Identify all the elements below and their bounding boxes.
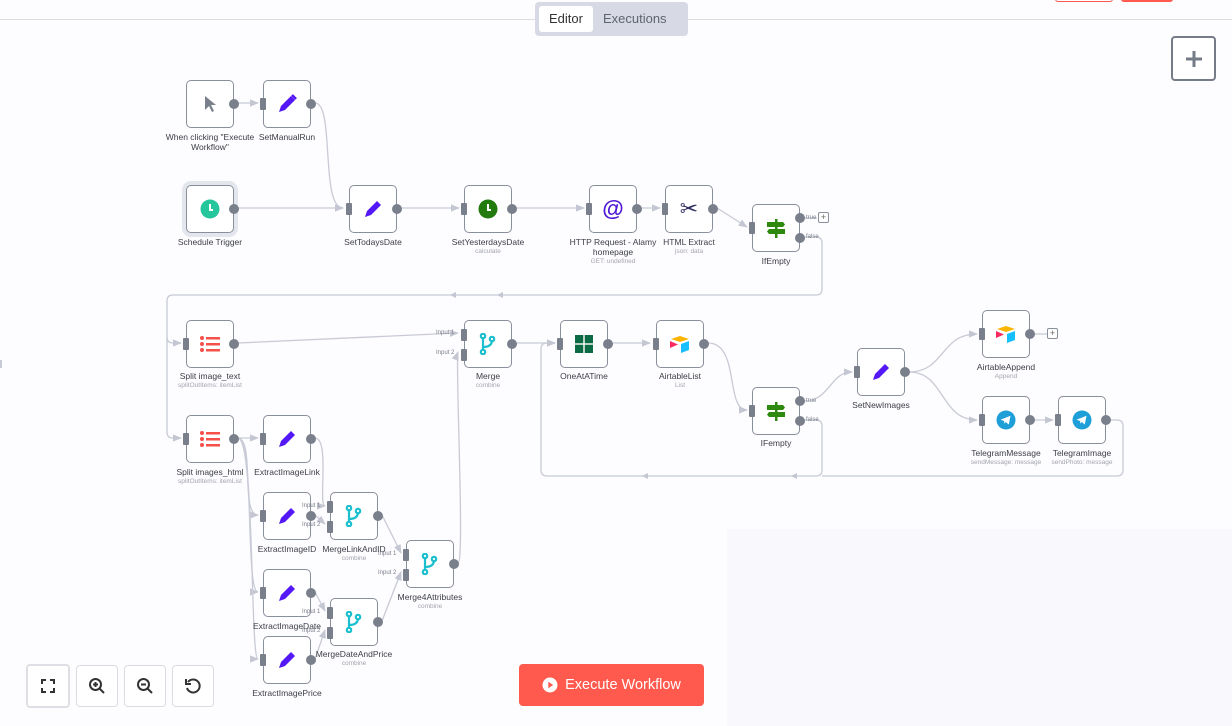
node-label: AirtableAppend Append (976, 362, 1036, 380)
zoom-controls (26, 664, 214, 708)
fullscreen-icon (41, 679, 55, 693)
pencil-icon (279, 652, 295, 668)
pencil-icon (365, 201, 381, 217)
node-ifempty-2[interactable] (749, 387, 805, 435)
port-label-input2: Input 2 (302, 522, 321, 528)
node-airtablelist[interactable] (653, 320, 709, 368)
merge-icon (345, 505, 362, 527)
port-label-false: false (806, 234, 819, 240)
list-icon (200, 431, 220, 447)
node-ifempty[interactable] (749, 204, 805, 252)
node-label: SetManualRun (258, 132, 316, 142)
edge (803, 368, 853, 402)
merge-icon (479, 333, 496, 355)
node-label: Schedule Trigger (177, 237, 243, 247)
play-circle-icon (542, 677, 558, 693)
merge-icon (345, 611, 362, 633)
node-merge4attributes[interactable] (403, 540, 459, 588)
add-connection-button[interactable]: + (1047, 328, 1058, 339)
node-extractimagelink[interactable] (260, 415, 316, 463)
pencil-icon (279, 431, 295, 447)
node-oneatatime[interactable] (557, 320, 613, 368)
node-setnewimages[interactable] (854, 348, 910, 396)
zoom-in-icon (89, 678, 105, 694)
node-label: Merge4Attributes combine (397, 592, 463, 610)
node-split-image-text[interactable] (183, 320, 239, 368)
port-label-input2: Input 2 (378, 570, 397, 576)
edge (314, 102, 344, 212)
node-setyesterdaysdate[interactable] (461, 185, 517, 233)
port-label-input1: Input 1 (302, 609, 321, 615)
execute-workflow-button[interactable]: Execute Workflow (519, 664, 704, 706)
node-label: SetTodaysDate (344, 237, 402, 247)
node-merge[interactable] (461, 320, 517, 368)
node-label: SetYesterdaysDate calculate (451, 237, 525, 255)
signpost-icon (767, 219, 785, 238)
node-html-extract[interactable]: ✂ (662, 185, 718, 233)
node-label: AirtableList List (658, 371, 702, 389)
port-label-input1: Input 1 (436, 330, 455, 336)
pencil-icon (279, 508, 295, 524)
pencil-icon (279, 94, 297, 112)
at-icon: @ (602, 196, 624, 221)
node-label: ExtractImageLink (254, 467, 320, 477)
list-icon (200, 336, 220, 352)
zoom-out-button[interactable] (124, 665, 166, 707)
workflow-editor: Editor Executions When clicking "Execute… (0, 0, 1232, 726)
fit-view-button[interactable] (26, 664, 70, 708)
node-label: IFempty (760, 438, 792, 448)
airtable-icon (996, 326, 1015, 343)
edge (237, 437, 259, 596)
node-mergedateandprice[interactable] (327, 598, 383, 646)
node-split-images-html[interactable] (183, 415, 239, 463)
zoom-out-icon (137, 678, 153, 694)
add-connection-button[interactable]: + (818, 212, 829, 223)
node-label: Split image_text splitOutItems: itemList (178, 371, 242, 389)
port-label-input2: Input 2 (302, 628, 321, 634)
signpost-icon (767, 402, 785, 421)
zoom-in-button[interactable] (76, 665, 118, 707)
merge-icon (421, 553, 438, 575)
pencil-icon (279, 585, 295, 601)
undo-icon (185, 678, 201, 694)
node-setmanualrun[interactable] (260, 80, 316, 128)
pencil-icon (873, 364, 889, 380)
port-label-input1: Input 1 (378, 551, 397, 557)
edge (716, 207, 748, 228)
node-label: IfEmpty (761, 256, 791, 266)
grid-icon (575, 335, 593, 353)
node-extractimageid[interactable] (260, 492, 316, 540)
node-label: HTML Extract json: data (663, 237, 715, 255)
port-label-true: true (806, 398, 817, 404)
node-label: ExtractImagePrice (252, 688, 322, 698)
edge (237, 329, 459, 344)
node-label: TelegramImage sendPhoto: message (1051, 448, 1113, 466)
node-manual-trigger[interactable] (186, 80, 239, 128)
clock-icon (200, 199, 220, 219)
execute-workflow-label: Execute Workflow (565, 677, 681, 693)
node-extractimageprice[interactable] (260, 636, 316, 684)
node-settodaysdate[interactable] (346, 185, 402, 233)
node-schedule-trigger[interactable] (186, 185, 239, 233)
airtable-icon (670, 336, 689, 353)
node-http-request[interactable]: @ (586, 185, 642, 233)
node-telegrammessage[interactable] (979, 396, 1035, 444)
scissors-icon: ✂ (679, 196, 699, 221)
cursor-icon (205, 96, 216, 112)
node-mergelinkandid[interactable] (327, 492, 383, 540)
node-airtableappend[interactable] (979, 310, 1035, 358)
node-label: SetNewImages (852, 400, 910, 410)
telegram-icon (996, 410, 1016, 430)
reset-zoom-button[interactable] (172, 665, 214, 707)
port-label-true: true (806, 215, 817, 221)
telegram-icon (1072, 410, 1092, 430)
port-label-input1: Input 1 (302, 503, 321, 509)
clock-icon (478, 199, 498, 219)
node-telegramimage[interactable] (1055, 396, 1111, 444)
port-label-false: false (806, 417, 819, 423)
port-label-input2: Input 2 (436, 350, 455, 356)
